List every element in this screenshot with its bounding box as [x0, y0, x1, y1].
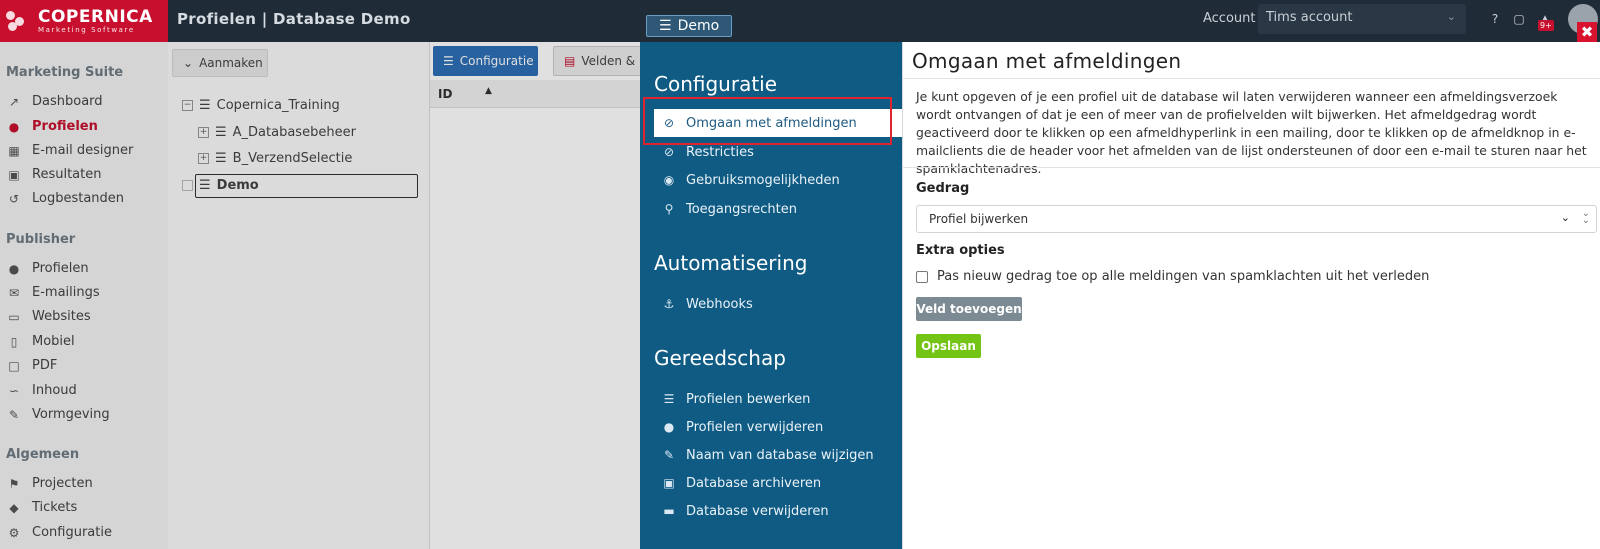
detail-description: Je kunt opgeven of je een profiel uit de…	[916, 89, 1587, 176]
divider	[902, 167, 1600, 168]
help-icon[interactable]: ?	[1488, 12, 1502, 26]
sliders-icon: ☰	[663, 392, 675, 406]
page-title: Profielen | Database Demo	[177, 10, 411, 28]
notification-count-badge: 9+	[1538, 20, 1554, 31]
menu-item-profielen-verwijderen[interactable]: ● Profielen verwijderen	[654, 413, 902, 441]
menu-item-database-archiveren[interactable]: ▣ Database archiveren	[654, 469, 902, 497]
account-select-value: Tims account	[1266, 10, 1353, 25]
trash-icon: ▬	[663, 504, 675, 518]
behavior-select[interactable]: Profiel bijwerken ⌄ ⌄ ⌄	[916, 205, 1597, 233]
chevron-down-icon: ⌄	[1560, 211, 1570, 224]
menu-item-label: Naam van database wijzigen	[686, 447, 874, 463]
database-icon: ☰	[659, 18, 672, 34]
detail-title: Omgaan met afmeldingen	[912, 49, 1182, 73]
menu-item-label: Database archiveren	[686, 475, 822, 491]
menu-item-toegangsrechten[interactable]: ⚲ Toegangsrechten	[654, 195, 902, 223]
database-badge[interactable]: ☰ Demo	[646, 15, 733, 37]
divider	[902, 78, 1600, 79]
menu-item-label: Profielen verwijderen	[686, 419, 824, 435]
edit-icon: ✎	[663, 448, 675, 462]
spam-complaints-label: Pas nieuw gedrag toe op alle meldingen v…	[937, 269, 1430, 284]
menu-item-label: Database verwijderen	[686, 503, 829, 519]
close-icon[interactable]: ✖	[1577, 22, 1597, 42]
menu-item-label: Toegangsrechten	[686, 201, 797, 217]
menu-item-database-verwijderen[interactable]: ▬ Database verwijderen	[654, 497, 902, 525]
menu-item-label: Gebruiksmogelijkheden	[686, 172, 840, 188]
account-label: Account	[1203, 11, 1256, 26]
menu-item-label: Restricties	[686, 144, 754, 160]
anchor-icon: ⚓	[663, 297, 675, 311]
menu-item-profielen-bewerken[interactable]: ☰ Profielen bewerken	[654, 385, 902, 413]
account-select[interactable]: Tims account ⌄	[1258, 4, 1466, 34]
behavior-select-value: Profiel bijwerken	[929, 212, 1029, 226]
user-times-icon: ●	[663, 420, 675, 434]
database-badge-label: Demo	[677, 18, 720, 34]
double-chevron-icon: ⌄ ⌄	[1581, 208, 1590, 226]
background-overlay[interactable]	[0, 42, 640, 549]
highlight-box	[643, 97, 892, 145]
lock-icon[interactable]: ▢	[1512, 12, 1526, 26]
menu-item-gebruiksmogelijkheden[interactable]: ◉ Gebruiksmogelijkheden	[654, 166, 902, 194]
archive-icon: ▣	[663, 476, 675, 490]
add-field-button[interactable]: Veld toevoegen	[916, 297, 1022, 321]
section-heading-configuratie: Configuratie	[654, 72, 778, 96]
logo-sub-text: Marketing Software	[38, 25, 135, 34]
spam-complaints-checkbox[interactable]	[916, 270, 928, 283]
copernica-logo[interactable]: COPERNICA Marketing Software	[0, 0, 168, 42]
dot-circle-icon: ◉	[663, 173, 675, 187]
menu-item-webhooks[interactable]: ⚓ Webhooks	[654, 290, 902, 318]
save-button[interactable]: Opslaan	[916, 334, 981, 358]
key-icon: ⚲	[664, 202, 674, 216]
chevron-down-icon: ⌄	[1446, 10, 1456, 23]
extra-options-label: Extra opties	[916, 243, 1005, 258]
spam-complaints-option[interactable]: Pas nieuw gedrag toe op alle meldingen v…	[916, 269, 1429, 284]
logo-mark-icon	[6, 9, 32, 33]
behavior-label: Gedrag	[916, 181, 970, 196]
ban-icon: ⊘	[663, 145, 675, 159]
top-bar: COPERNICA Marketing Software Profielen |…	[0, 0, 1600, 42]
section-heading-gereedschap: Gereedschap	[654, 346, 786, 370]
menu-item-label: Webhooks	[686, 296, 753, 312]
menu-item-naam-database-wijzigen[interactable]: ✎ Naam van database wijzigen	[654, 441, 902, 469]
section-heading-automatisering: Automatisering	[654, 251, 808, 275]
logo-main-text: COPERNICA	[38, 6, 153, 27]
menu-item-label: Profielen bewerken	[686, 391, 811, 407]
